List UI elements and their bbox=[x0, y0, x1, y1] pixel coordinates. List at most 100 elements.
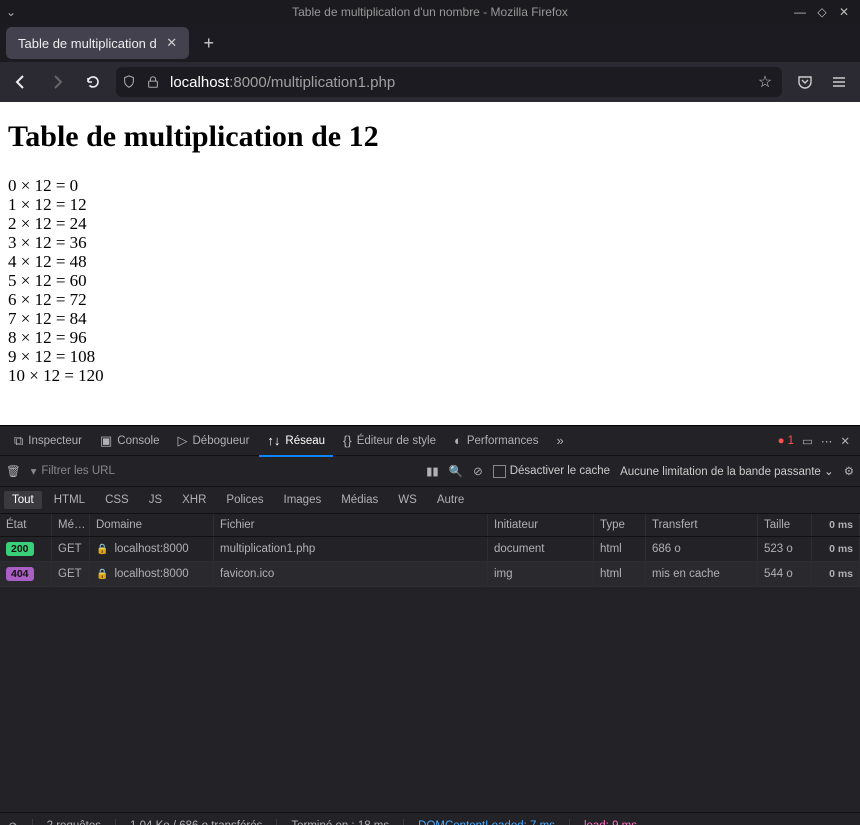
col-transfer[interactable]: Transfert bbox=[646, 514, 758, 536]
close-tab-icon[interactable]: ✕ bbox=[163, 35, 181, 51]
search-icon[interactable]: 🔍 bbox=[449, 464, 463, 478]
disable-cache-label: Désactiver le cache bbox=[510, 465, 610, 477]
page-viewport: Table de multiplication de 12 0 × 12 = 0… bbox=[0, 102, 860, 425]
lock-icon[interactable] bbox=[146, 75, 164, 89]
chevron-down-icon: ⌄ bbox=[824, 466, 834, 478]
pocket-icon[interactable] bbox=[792, 69, 818, 95]
close-window-icon[interactable]: ✕ bbox=[836, 5, 852, 19]
reload-icon bbox=[85, 74, 101, 90]
col-status[interactable]: État bbox=[0, 514, 52, 536]
tab-perf-label: Performances bbox=[467, 435, 539, 447]
url-text: localhost:8000/multiplication1.php bbox=[170, 74, 395, 91]
col-time[interactable]: 0 ms bbox=[812, 514, 860, 536]
stopwatch-icon[interactable]: ⊘ bbox=[8, 819, 18, 825]
chip-js[interactable]: JS bbox=[141, 491, 170, 509]
tab-inspector[interactable]: ⧉ Inspecteur bbox=[6, 427, 90, 455]
throttling-select[interactable]: Aucune limitation de la bande passante ⌄ bbox=[620, 464, 834, 478]
new-tab-button[interactable]: + bbox=[193, 27, 225, 59]
tab-console[interactable]: ▣Console bbox=[92, 427, 168, 455]
chip-all[interactable]: Tout bbox=[4, 491, 42, 509]
table-head: État Mé… Domaine Fichier Initiateur Type… bbox=[0, 514, 860, 537]
tab-performance[interactable]: ◐ Performances bbox=[446, 427, 546, 455]
network-toolbar: 🗑 ▾ Filtrer les URL ▮▮ 🔍 ⊘ Désactiver le … bbox=[0, 456, 860, 487]
chip-css[interactable]: CSS bbox=[97, 491, 137, 509]
devtools-more-icon[interactable]: ⋯ bbox=[821, 434, 833, 448]
hamburger-menu-icon[interactable] bbox=[826, 69, 852, 95]
url-bar[interactable]: localhost:8000/multiplication1.php ☆ bbox=[116, 67, 782, 97]
maximize-icon[interactable]: ◇ bbox=[814, 5, 830, 19]
funnel-icon: ▾ bbox=[31, 464, 37, 478]
reload-button[interactable] bbox=[80, 69, 106, 95]
cell-transfer: mis en cache bbox=[646, 562, 758, 586]
chip-media[interactable]: Médias bbox=[333, 491, 386, 509]
url-host: localhost bbox=[170, 74, 229, 91]
col-size[interactable]: Taille bbox=[758, 514, 812, 536]
cell-method: GET bbox=[52, 562, 90, 586]
style-icon: {} bbox=[343, 433, 352, 448]
clear-icon[interactable]: 🗑 bbox=[6, 464, 21, 478]
table-row[interactable]: 404GET🔒localhost:8000favicon.icoimghtmlm… bbox=[0, 562, 860, 587]
responsive-mode-icon[interactable]: ▭ bbox=[802, 434, 813, 448]
page-heading: Table de multiplication de 12 bbox=[8, 120, 852, 154]
bookmark-star-icon[interactable]: ☆ bbox=[754, 72, 776, 92]
disable-cache-checkbox[interactable]: Désactiver le cache bbox=[493, 465, 610, 478]
window-controls: — ◇ ✕ bbox=[792, 5, 860, 19]
multiplication-line: 9 × 12 = 108 bbox=[8, 347, 852, 366]
chip-other[interactable]: Autre bbox=[429, 491, 473, 509]
gear-icon[interactable]: ⚙ bbox=[844, 464, 854, 478]
toolbar-right bbox=[792, 69, 852, 95]
back-button[interactable] bbox=[8, 69, 34, 95]
tab-active[interactable]: Table de multiplication d ✕ bbox=[6, 27, 189, 59]
multiplication-line: 4 × 12 = 48 bbox=[8, 252, 852, 271]
network-icon: ↑↓ bbox=[267, 433, 280, 448]
col-type[interactable]: Type bbox=[594, 514, 646, 536]
status-badge: 200 bbox=[6, 542, 34, 556]
col-method[interactable]: Mé… bbox=[52, 514, 90, 536]
devtools-panel: ⧉ Inspecteur ▣Console ▷Débogueur ↑↓Réseau… bbox=[0, 425, 860, 825]
network-filter-chips: Tout HTML CSS JS XHR Polices Images Médi… bbox=[0, 487, 860, 514]
multiplication-line: 5 × 12 = 60 bbox=[8, 271, 852, 290]
chevron-double-right-icon: » bbox=[556, 433, 563, 448]
tab-network[interactable]: ↑↓Réseau bbox=[259, 427, 333, 457]
block-icon[interactable]: ⊘ bbox=[473, 464, 483, 478]
chip-fonts[interactable]: Polices bbox=[218, 491, 271, 509]
filter-placeholder: Filtrer les URL bbox=[41, 465, 114, 477]
minimize-icon[interactable]: — bbox=[792, 5, 808, 19]
tab-inspector-label: Inspecteur bbox=[28, 435, 82, 447]
chip-ws[interactable]: WS bbox=[390, 491, 425, 509]
error-count-badge[interactable]: ●1 bbox=[778, 435, 794, 447]
col-domain[interactable]: Domaine bbox=[90, 514, 214, 536]
window-menu-icon[interactable]: ⌄ bbox=[0, 5, 22, 19]
network-table: État Mé… Domaine Fichier Initiateur Type… bbox=[0, 514, 860, 812]
shield-icon[interactable] bbox=[122, 75, 140, 89]
cell-time: 0 ms bbox=[812, 537, 860, 561]
col-file[interactable]: Fichier bbox=[214, 514, 488, 536]
multiplication-lines: 0 × 12 = 01 × 12 = 122 × 12 = 243 × 12 =… bbox=[8, 176, 852, 385]
inspector-icon: ⧉ bbox=[14, 433, 23, 449]
chip-html[interactable]: HTML bbox=[46, 491, 93, 509]
window-titlebar: ⌄ Table de multiplication d'un nombre - … bbox=[0, 0, 860, 24]
tab-style-editor[interactable]: {}Éditeur de style bbox=[335, 427, 444, 455]
chip-xhr[interactable]: XHR bbox=[174, 491, 214, 509]
perf-icon: ◐ bbox=[454, 433, 462, 448]
tab-console-label: Console bbox=[117, 435, 159, 447]
tabs-overflow[interactable]: » bbox=[548, 427, 571, 455]
devtools-tabs: ⧉ Inspecteur ▣Console ▷Débogueur ↑↓Réseau… bbox=[0, 425, 860, 456]
arrow-left-icon bbox=[13, 74, 29, 90]
status-requests: 2 requêtes bbox=[47, 820, 101, 825]
tab-label: Table de multiplication d bbox=[18, 36, 157, 51]
tab-strip: Table de multiplication d ✕ + bbox=[0, 24, 860, 62]
cell-method: GET bbox=[52, 537, 90, 561]
pause-icon[interactable]: ▮▮ bbox=[426, 464, 439, 478]
col-initiator[interactable]: Initiateur bbox=[488, 514, 594, 536]
cell-domain: 🔒localhost:8000 bbox=[90, 537, 214, 561]
devtools-close-icon[interactable]: ✕ bbox=[840, 434, 850, 448]
filter-input[interactable]: ▾ Filtrer les URL bbox=[31, 464, 115, 478]
cell-initiator: img bbox=[488, 562, 594, 586]
chip-images[interactable]: Images bbox=[276, 491, 330, 509]
forward-button[interactable] bbox=[44, 69, 70, 95]
window-title: Table de multiplication d'un nombre - Mo… bbox=[0, 5, 860, 19]
tab-debugger[interactable]: ▷Débogueur bbox=[170, 427, 258, 455]
table-row[interactable]: 200GET🔒localhost:8000multiplication1.php… bbox=[0, 537, 860, 562]
cell-size: 544 o bbox=[758, 562, 812, 586]
